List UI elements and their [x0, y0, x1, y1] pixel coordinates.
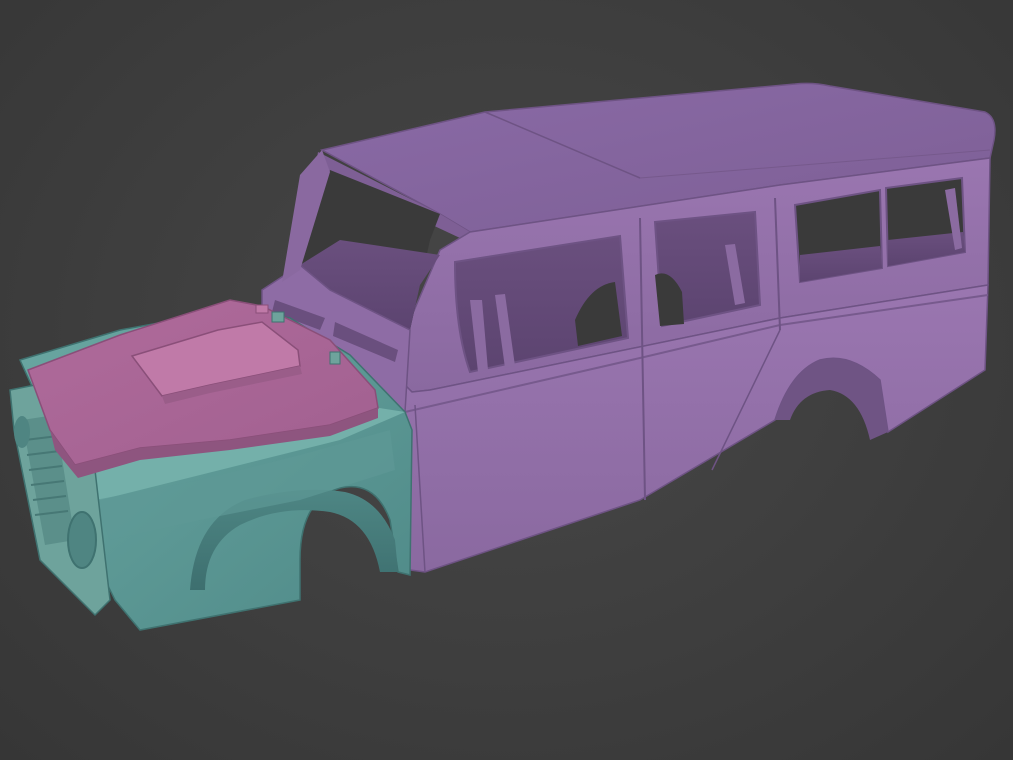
3d-viewport[interactable] — [0, 0, 1013, 760]
car-body-render — [9, 82, 996, 631]
